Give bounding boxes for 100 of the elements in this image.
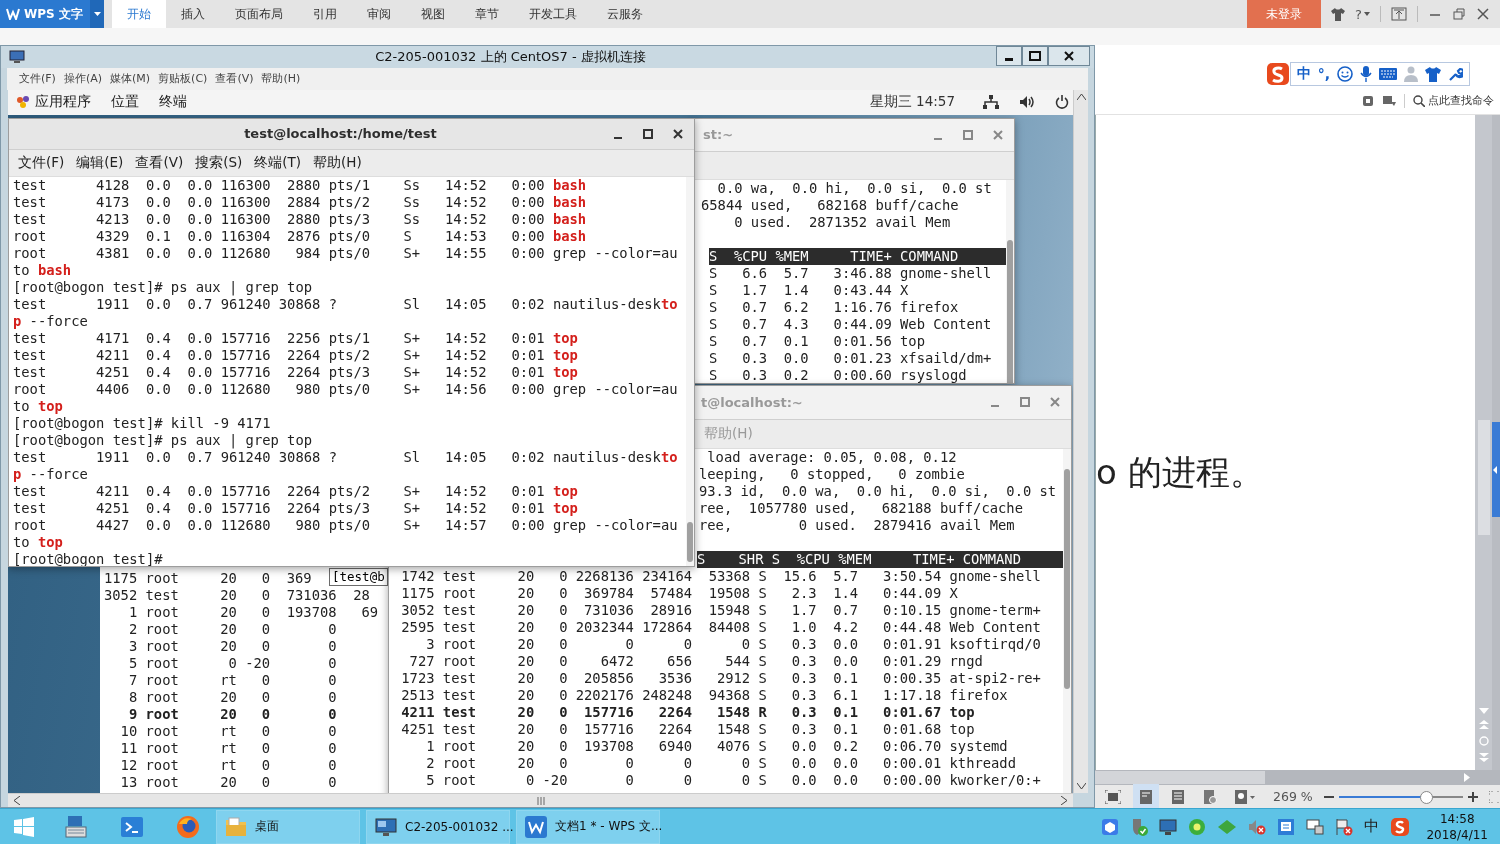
menu-item[interactable]: 搜索(S) [192,151,246,174]
terminal-line: 0.0 wa, 0.0 hi, 0.0 si, 0.0 st [716,179,992,197]
window-panes-icon [14,816,34,837]
panel-menu[interactable]: 终端 [159,93,187,112]
scrollbar[interactable] [686,176,694,566]
scrollbar[interactable] [1475,115,1492,770]
monitor-icon [9,49,25,64]
fit-window-icon[interactable] [1105,789,1121,804]
dropdown-button[interactable] [90,0,104,28]
panel-menu[interactable]: 位置 [111,93,139,112]
terminal-icon[interactable] [120,814,144,839]
ribbon-tab[interactable]: 审阅 [352,0,406,28]
scrollbar[interactable] [1073,89,1088,794]
close-icon[interactable] [672,127,684,140]
scroll-up-icon[interactable] [1076,93,1086,100]
smiley-icon[interactable] [1337,66,1353,82]
scrollbar[interactable] [1063,448,1071,794]
clock[interactable]: 14:58 2018/4/11 [1426,810,1488,843]
process-row-text: 1723 test 20 0 205856 3536 2912 S 0.3 0.1 0:00.35 at-spi2-re+ [400,669,1041,687]
ribbon-tab[interactable]: 开发工具 [514,0,592,28]
process-row-text: 1175 root 20 0 369784 57484 19508 S 2.3 1.4 0:44.09 X [400,584,958,602]
shield-check-icon[interactable] [1130,817,1149,836]
menu-item[interactable]: 剪贴板(C) [158,71,208,87]
process-row-text: 1 root 20 0 193708 69 [127,603,379,621]
scrollbar[interactable] [8,793,1073,807]
upload-icon[interactable] [1391,7,1407,21]
microphone-icon[interactable] [1360,66,1372,82]
menu-item[interactable]: 查看(V) [132,151,187,174]
lamp-icon[interactable] [1235,789,1255,804]
network-icon[interactable] [983,95,999,110]
ribbon-tab[interactable]: 引用 [298,0,352,28]
panel-menu[interactable]: 应用程序 [16,93,91,112]
globe-icon[interactable] [176,814,200,839]
close-icon[interactable] [1476,7,1490,21]
cube-icon[interactable] [1101,817,1120,836]
scrollbar[interactable] [1095,770,1500,785]
window-title: C2-205-001032 上的 CentOS7 - 虚拟机连接 [374,47,647,66]
restore-icon[interactable] [1452,7,1466,21]
side-panel-tab[interactable] [1492,422,1500,517]
scroll-thumb[interactable] [687,521,693,562]
process-row: S 0.3 0.2 0:00.60 rsyslogd [709,366,967,383]
menu-item[interactable]: 帮助(H) [310,151,365,174]
ribbon-tab[interactable]: 章节 [460,0,514,28]
ribbon-tab[interactable]: 云服务 [592,0,658,28]
minimize-button[interactable] [996,46,1022,66]
ribbon-tab[interactable]: 视图 [406,0,460,28]
gear-icon[interactable] [1188,817,1207,836]
menu-item[interactable]: 帮助(H) [261,71,301,87]
ime-mode[interactable]: 中 [1296,65,1311,83]
scroll-down-icon[interactable] [1076,783,1086,790]
maximize-button[interactable] [1022,46,1048,66]
scroll-left-icon[interactable] [14,796,20,805]
help-button[interactable]: ? [1355,6,1370,22]
page-gear-icon[interactable] [1203,789,1217,804]
computer-icon[interactable] [1306,817,1325,836]
grip-icon[interactable] [536,796,545,805]
monitor-icon[interactable] [1159,817,1178,836]
wrench-icon[interactable] [1448,66,1463,82]
ribbon-tab[interactable]: 页面布局 [220,0,298,28]
scroll-thumb[interactable] [1095,771,1265,784]
page-arrow-icon[interactable] [1382,94,1396,107]
command-search[interactable]: 点此查找命令 [1413,93,1494,108]
input-method[interactable]: 中 [1364,817,1380,836]
menu-item[interactable]: 操作(A) [63,71,103,87]
maximize-icon[interactable] [642,127,654,140]
close-button[interactable] [1048,46,1090,66]
menu-item[interactable]: 终端(T) [251,151,305,174]
ribbon-tab[interactable]: 开始 [112,0,166,28]
ime-punctuation[interactable]: °, [1317,66,1330,82]
keyboard-icon[interactable] [1379,68,1397,80]
close-icon [1064,51,1074,61]
ime-logo-icon[interactable] [1265,62,1290,86]
scrollbar[interactable] [1006,179,1014,383]
menu-item[interactable]: 编辑(E) [73,151,127,174]
power-icon[interactable] [1055,95,1069,110]
slider-thumb[interactable] [1419,790,1433,804]
zoom-in-icon[interactable] [1466,790,1479,803]
volume-icon[interactable] [1019,95,1035,110]
taskbar-button[interactable]: 文档1 * - WPS 文... [516,809,660,844]
app-menu-button[interactable]: WPS 文字 [0,0,90,28]
menu-item[interactable]: 查看(V) [215,71,254,87]
menu-item[interactable]: 文件(F) [19,71,56,87]
process-row-text: 727 root 20 0 6472 656 544 S 0.3 0.0 0:01.29 rngd [408,652,983,670]
ime-logo-icon[interactable] [1390,816,1411,837]
menu-item[interactable]: 文件(F) [15,151,68,174]
server-icon[interactable] [64,814,88,839]
outline-view-icon[interactable] [1171,789,1185,804]
zoom-slider[interactable] [1338,790,1463,803]
ribbon-tab[interactable]: 插入 [166,0,220,28]
clock[interactable]: 星期三 14:57 [869,93,955,112]
flag-icon[interactable] [1335,817,1354,836]
shirt-icon[interactable] [1425,66,1441,82]
scroll-thumb[interactable] [1064,468,1070,689]
scroll-right-icon[interactable] [1061,796,1067,805]
shirt-icon[interactable] [1331,7,1346,21]
menu-item[interactable]: 媒体(M) [110,71,151,87]
scroll-thumb[interactable] [1477,420,1490,535]
scroll-thumb[interactable] [1007,239,1013,383]
taskbar-button[interactable]: 桌面 [216,809,360,844]
terminal-line: test 4171 0.4 0.0 157716 2256 pts/1 S+ 14:52 0:01 top [13,329,578,347]
